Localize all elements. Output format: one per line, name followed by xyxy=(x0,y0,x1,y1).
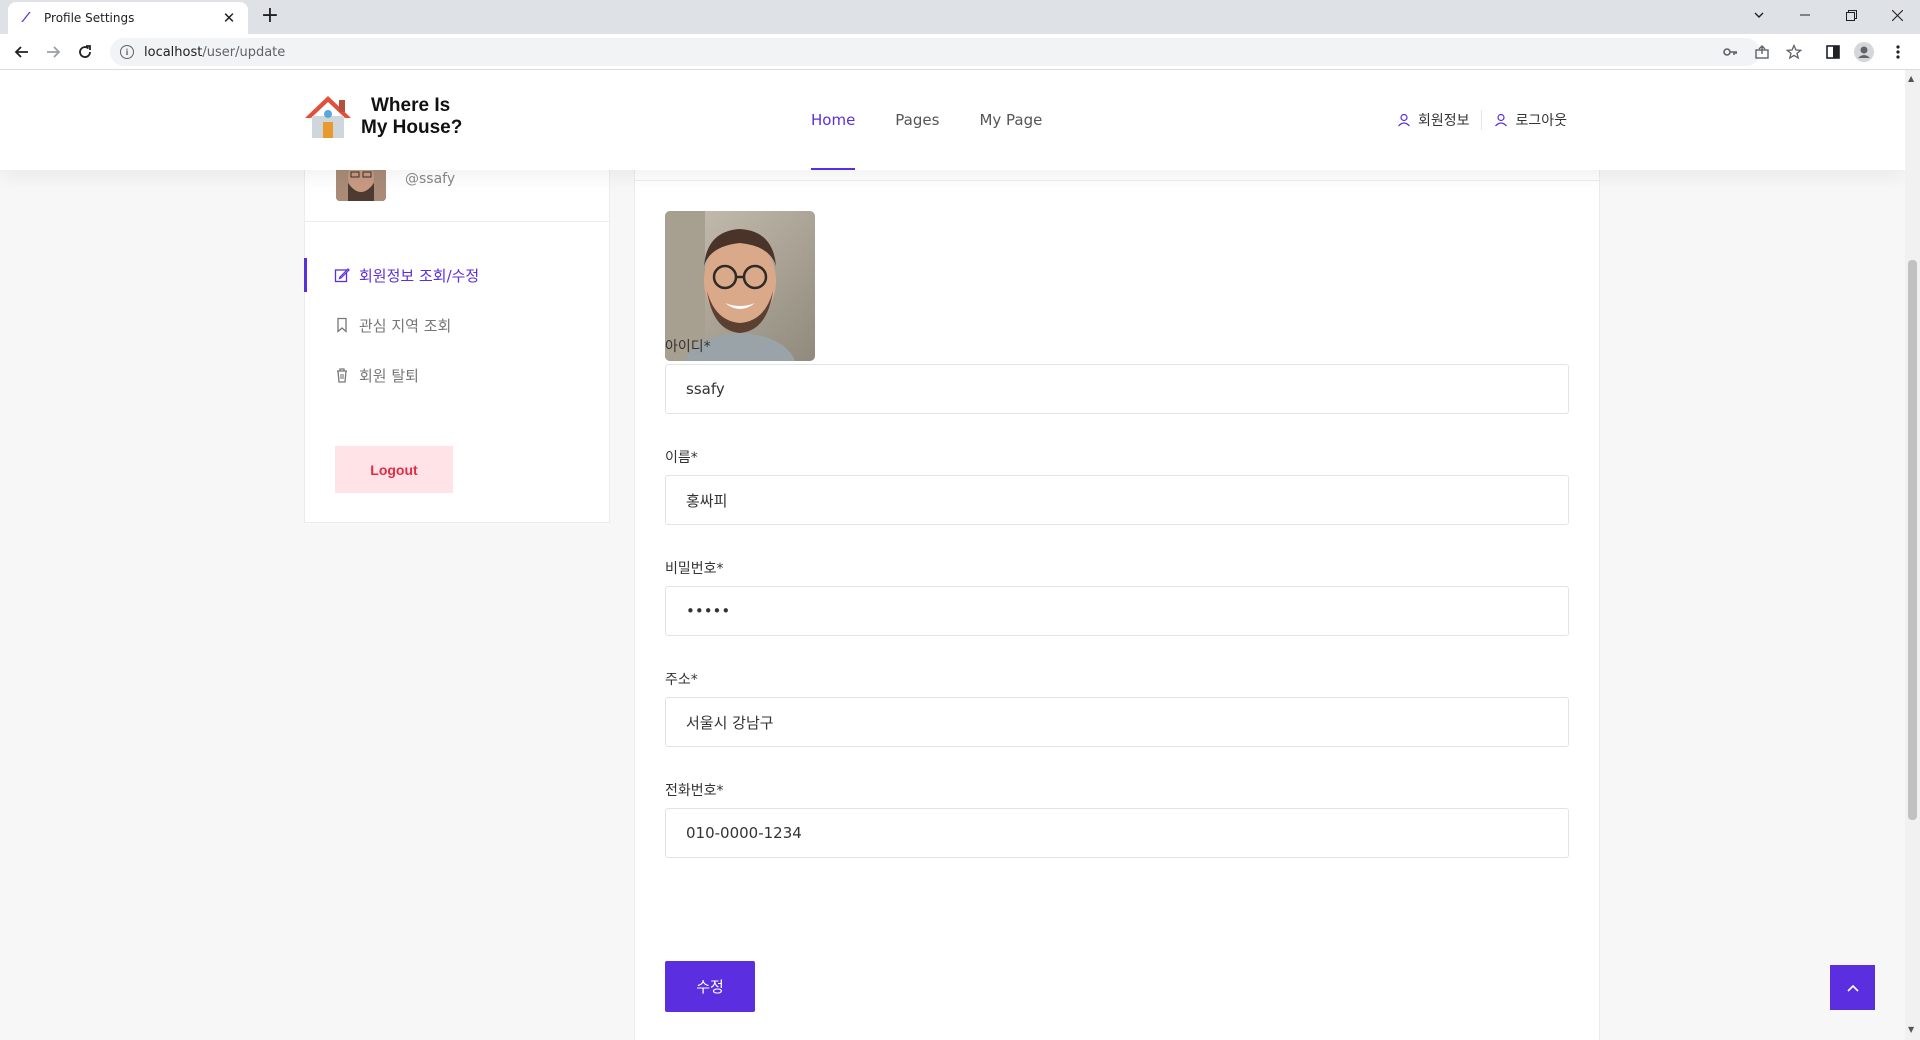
site-header: Where Is My House? Home Pages My Page 회원… xyxy=(0,70,1905,170)
tab-search-icon[interactable] xyxy=(1736,0,1782,30)
restore-icon[interactable] xyxy=(1828,0,1874,30)
side-panel-icon[interactable] xyxy=(1821,40,1845,64)
sidebar-item-edit-profile[interactable]: 회원정보 조회/수정 xyxy=(304,250,609,300)
phone-input[interactable] xyxy=(665,808,1569,858)
chevron-up-icon xyxy=(1846,984,1859,992)
field-id: 아이디* xyxy=(665,336,1569,414)
page-viewport: Where Is My House? Home Pages My Page 회원… xyxy=(0,70,1905,1040)
new-tab-button[interactable]: + xyxy=(258,5,282,29)
site-logo[interactable]: Where Is My House? xyxy=(303,94,462,140)
browser-tabbar: ⁄ Profile Settings ✕ + xyxy=(0,0,1920,34)
url-host: localhost xyxy=(144,44,203,60)
share-icon[interactable] xyxy=(1750,40,1774,64)
field-label: 주소* xyxy=(665,672,698,688)
field-address: 주소* xyxy=(665,669,1569,747)
sidebar-item-label: 회원정보 조회/수정 xyxy=(359,266,480,285)
update-button[interactable]: 수정 xyxy=(665,961,755,1012)
browser-toolbar: i localhost/user/update xyxy=(0,34,1920,70)
logo-line-2: My House? xyxy=(361,117,463,138)
logout-link-label: 로그아웃 xyxy=(1515,113,1567,129)
member-info-label: 회원정보 xyxy=(1417,113,1470,129)
field-label: 전화번호* xyxy=(665,783,724,799)
password-key-icon[interactable] xyxy=(1718,40,1742,64)
sidebar-item-label: 관심 지역 조회 xyxy=(359,316,452,335)
header-user-links: 회원정보 로그아웃 xyxy=(1385,70,1579,170)
logo-line-1: Where Is xyxy=(371,95,451,116)
reload-icon[interactable] xyxy=(73,40,97,64)
nav-home[interactable]: Home xyxy=(811,70,856,170)
sidebar-item-interest-area[interactable]: 관심 지역 조회 xyxy=(305,300,609,350)
id-input[interactable] xyxy=(665,364,1569,414)
field-password: 비밀번호* xyxy=(665,558,1569,636)
field-name: 이름* xyxy=(665,447,1569,525)
user-icon xyxy=(1495,113,1508,127)
name-input[interactable] xyxy=(665,475,1569,525)
profile-sidebar: @ssafy 회원정보 조회/수정 관심 지역 조회 회원 탈퇴 Logout xyxy=(304,110,610,523)
profile-avatar-icon[interactable] xyxy=(1852,40,1876,64)
back-arrow-icon[interactable] xyxy=(10,40,34,64)
sidebar-item-withdraw[interactable]: 회원 탈퇴 xyxy=(305,350,609,400)
scrollbar-thumb[interactable] xyxy=(1908,260,1917,820)
minimize-icon[interactable] xyxy=(1782,0,1828,30)
logout-button[interactable]: Logout xyxy=(335,446,453,493)
bookmark-star-icon[interactable] xyxy=(1782,40,1806,64)
tab-title: Profile Settings xyxy=(44,11,135,25)
url-path: /user/update xyxy=(202,44,286,60)
browser-tab[interactable]: ⁄ Profile Settings ✕ xyxy=(8,2,248,34)
site-info-icon[interactable]: i xyxy=(120,45,134,59)
sidebar-item-label: 회원 탈퇴 xyxy=(359,366,419,385)
nav-my-page[interactable]: My Page xyxy=(979,70,1042,170)
site-favicon-icon: ⁄ xyxy=(24,10,28,26)
edit-icon xyxy=(334,268,350,283)
user-handle: @ssafy xyxy=(405,171,456,187)
password-input[interactable] xyxy=(665,586,1569,636)
bookmark-icon xyxy=(337,317,347,333)
address-input[interactable] xyxy=(665,697,1569,747)
main-nav: Home Pages My Page xyxy=(811,70,1082,170)
field-phone: 전화번호* xyxy=(665,780,1569,858)
member-info-link[interactable]: 회원정보 xyxy=(1385,110,1482,130)
url-text: localhost/user/update xyxy=(144,45,285,60)
sidebar-menu: 회원정보 조회/수정 관심 지역 조회 회원 탈퇴 xyxy=(304,222,609,400)
profile-form-card: 아이디* 이름* 비밀번호* 주소* 전화번호* 수정 xyxy=(634,140,1600,1040)
field-label: 이름* xyxy=(665,450,698,466)
address-bar[interactable]: i localhost/user/update xyxy=(110,38,1760,66)
field-label: 아이디* xyxy=(665,339,711,355)
logo-text: Where Is My House? xyxy=(361,95,462,139)
field-label: 비밀번호* xyxy=(665,561,724,577)
forward-arrow-icon[interactable] xyxy=(41,40,65,64)
nav-pages[interactable]: Pages xyxy=(895,70,939,170)
house-logo-icon xyxy=(303,94,353,140)
browser-menu-icon[interactable] xyxy=(1886,40,1910,64)
trash-icon xyxy=(337,368,347,383)
user-icon xyxy=(1397,113,1410,127)
scroll-up-arrow-icon[interactable]: ▲ xyxy=(1908,74,1914,83)
scroll-down-arrow-icon[interactable]: ▼ xyxy=(1908,1025,1914,1034)
close-window-icon[interactable] xyxy=(1874,0,1920,30)
page-scrollbar[interactable]: ▲ ▼ xyxy=(1905,70,1920,1040)
logout-link[interactable]: 로그아웃 xyxy=(1481,110,1579,130)
scroll-to-top-button[interactable] xyxy=(1830,965,1875,1010)
close-tab-icon[interactable]: ✕ xyxy=(220,9,238,27)
